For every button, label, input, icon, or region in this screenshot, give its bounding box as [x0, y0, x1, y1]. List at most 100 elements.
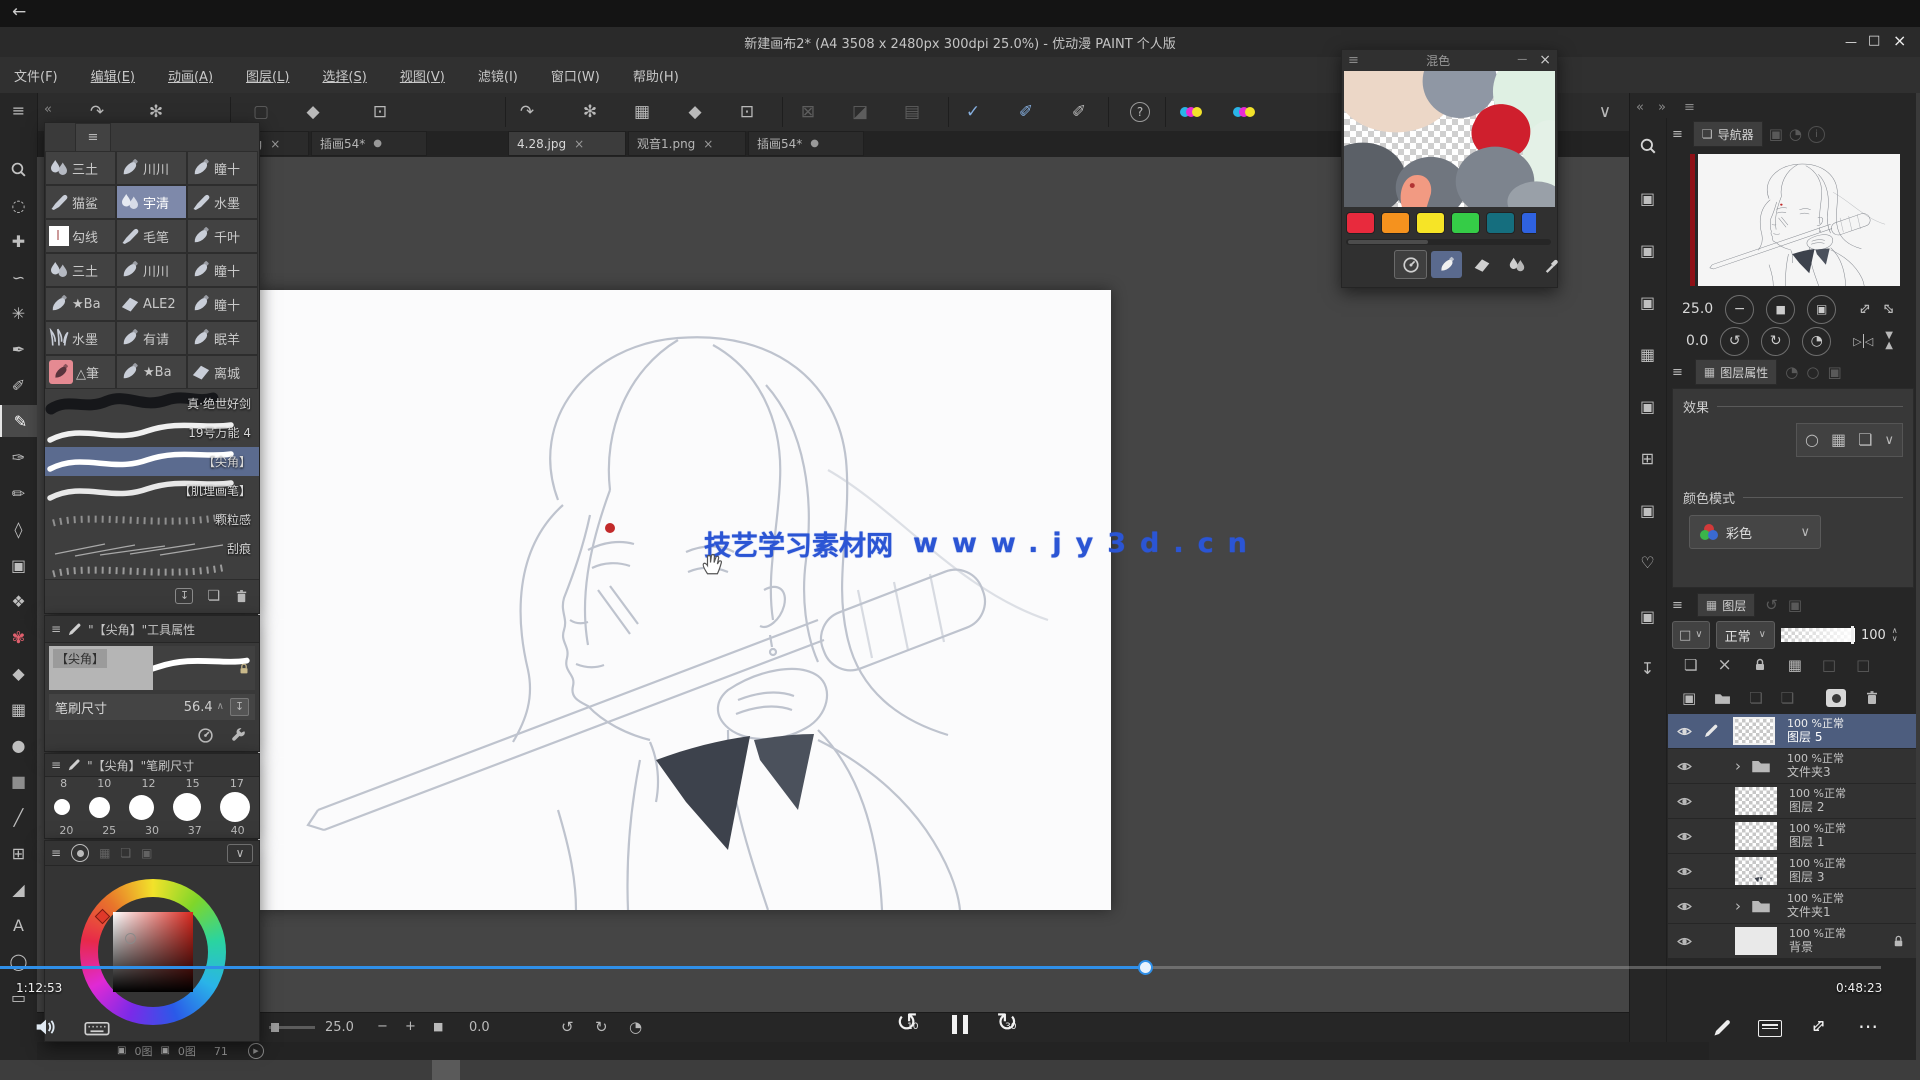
panel-collapse-button[interactable]: ∨	[227, 844, 253, 863]
brush-item[interactable]: 离城	[214, 363, 240, 382]
brush-item[interactable]: 三土	[72, 159, 98, 178]
layer-mask-icon[interactable]	[1826, 689, 1846, 707]
layer-thumbnail[interactable]	[1735, 822, 1777, 850]
grid-icon[interactable]: ▦	[625, 97, 659, 127]
swatch-tool[interactable]: ■	[0, 765, 37, 797]
toolbar-overflow-icon[interactable]: ∨	[1588, 97, 1622, 127]
strip-favorite-icon[interactable]: ♡	[1629, 546, 1666, 578]
layer-thumbnail[interactable]	[1735, 857, 1777, 885]
dock-expand-icon[interactable]: »	[1658, 101, 1666, 114]
close-button[interactable]: ×	[1893, 33, 1906, 49]
flip-vertical-icon[interactable]: ▼▲	[1885, 331, 1893, 351]
size-dot[interactable]	[220, 792, 250, 822]
layer-row[interactable]: 100 %正常图层 1	[1668, 819, 1916, 854]
brush-item[interactable]: 水墨	[214, 193, 240, 212]
tab-close-icon[interactable]: ×	[703, 138, 713, 150]
color-swatch[interactable]	[1521, 212, 1536, 234]
player-more-icon[interactable]: ⋯	[1858, 1016, 1878, 1036]
brush-preset-partial[interactable]	[45, 563, 259, 580]
brush-preset[interactable]: 19号万能 4	[45, 418, 259, 448]
brush-item[interactable]: ALE2	[143, 297, 176, 312]
effect-tone-icon[interactable]: ▦	[1831, 432, 1846, 448]
effect-paper-icon[interactable]: ❏	[1858, 432, 1872, 448]
tab-navigator-active[interactable]: ❏导航器	[1693, 121, 1763, 147]
rotation-value[interactable]: 0.0	[1686, 333, 1708, 349]
crop-icon[interactable]: ⊡	[730, 97, 764, 127]
panel-menu-icon[interactable]: ≡	[51, 847, 61, 859]
strip-panel-icon[interactable]: ▣	[1629, 286, 1666, 318]
brush-stroke-icon[interactable]: ✐	[1062, 97, 1096, 127]
zoom-fit-button[interactable]: ▣	[1807, 295, 1836, 324]
size-option[interactable]: 10	[97, 777, 111, 790]
player-timeline-track[interactable]	[0, 966, 1881, 969]
color-mixer-tool[interactable]: ✾	[0, 621, 37, 653]
tab-color-history-icon[interactable]: ▣	[141, 847, 152, 859]
size-option[interactable]: 20	[59, 824, 73, 837]
zoom-out-button[interactable]: −	[1725, 295, 1754, 324]
brush-item[interactable]: 有请	[143, 329, 169, 348]
delete-brush-icon[interactable]	[234, 589, 249, 604]
layer-row[interactable]: 100 %正常图层 2	[1668, 784, 1916, 819]
new-folder-icon[interactable]	[1714, 690, 1731, 707]
blend-tool[interactable]: ❖	[0, 585, 37, 617]
lock-icon[interactable]	[237, 662, 251, 676]
brush-item-selected[interactable]: 宇清	[143, 193, 169, 212]
canvas[interactable]	[258, 290, 1111, 910]
color-swatch[interactable]	[1416, 212, 1445, 234]
duplicate-brush-icon[interactable]: ❏	[207, 589, 220, 603]
tab-color-wheel-active[interactable]	[71, 844, 89, 862]
size-option[interactable]: 40	[231, 824, 245, 837]
brush-preset-selected[interactable]: 【尖角】	[45, 447, 259, 477]
new-layer-icon[interactable]: ▣	[1682, 691, 1696, 706]
help-icon[interactable]: ?	[1123, 97, 1157, 127]
fill-icon[interactable]: ◆	[296, 97, 330, 127]
lasso-tool[interactable]: ∽	[0, 261, 37, 293]
tab-decor-icon[interactable]: ○	[1806, 365, 1819, 380]
strip-panel-icon[interactable]: ▣	[1629, 182, 1666, 214]
close-icon[interactable]: ×	[1539, 53, 1551, 67]
layer-row-folder[interactable]: › 100 %正常文件夹3	[1668, 749, 1916, 784]
tab-subview-icon[interactable]: ▣	[1769, 127, 1783, 142]
mix-pen-tool-selected[interactable]	[1431, 251, 1462, 278]
sv-square[interactable]	[113, 912, 193, 992]
tab-reference-icon[interactable]: ◔	[1789, 127, 1802, 142]
mix-eyedropper-tool[interactable]	[1536, 251, 1567, 278]
lock-layer-icon[interactable]	[1752, 657, 1768, 673]
layer-thumbnail[interactable]	[1735, 927, 1777, 955]
grid-frame-tool[interactable]: ⊞	[0, 837, 37, 869]
tab-color-set-icon[interactable]: ❏	[120, 847, 131, 859]
fit-button-icon[interactable]: ■	[433, 1021, 443, 1032]
dock-menu-icon[interactable]: ≡	[1684, 101, 1695, 114]
skip-forward-button[interactable]: ↻ 30	[996, 1010, 1030, 1040]
navigator-preview[interactable]	[1668, 150, 1916, 290]
size-option[interactable]: 17	[230, 777, 244, 790]
size-option[interactable]: 15	[186, 777, 200, 790]
brush-item[interactable]: 瞳十	[214, 261, 240, 280]
status-play-icon[interactable]: ▶	[248, 1043, 264, 1059]
color-swatch[interactable]	[1381, 212, 1410, 234]
tab-animation-icon[interactable]: ▣	[1788, 598, 1802, 613]
mix-wet-tool[interactable]	[1501, 251, 1532, 278]
tab-close-icon[interactable]: ×	[574, 138, 584, 150]
layer-thumbnail[interactable]	[1733, 717, 1775, 745]
brush-item[interactable]: 川川	[143, 159, 169, 178]
brush-item[interactable]: 千叶	[214, 227, 240, 246]
tab-close-icon[interactable]: ×	[270, 138, 280, 150]
brush-item[interactable]: ★Ba	[72, 297, 101, 312]
sv-marker[interactable]	[125, 933, 136, 944]
brush-item[interactable]: △筆	[76, 363, 99, 382]
brush-item[interactable]: ★Ba	[143, 365, 172, 380]
strip-search-icon[interactable]	[1629, 130, 1666, 162]
tab-layer-props-active[interactable]: ▦图层属性	[1695, 359, 1777, 385]
ellipse-tool[interactable]: ◯	[0, 945, 37, 977]
brush-item[interactable]: 眠羊	[214, 329, 240, 348]
redo2-icon[interactable]: ↷	[510, 97, 544, 127]
panel-menu-icon[interactable]: ≡	[51, 623, 61, 635]
brush-item[interactable]: 川川	[143, 261, 169, 280]
size-dot[interactable]	[89, 797, 110, 818]
eye-icon[interactable]	[1676, 898, 1693, 915]
brush-item[interactable]: 猫鲨	[72, 193, 98, 212]
tab-tool-nav-icon[interactable]: ◔	[1785, 365, 1798, 380]
brush-preset[interactable]: 刮痕	[45, 534, 259, 564]
layer-row-selected[interactable]: 100 %正常图层 5	[1668, 714, 1916, 749]
